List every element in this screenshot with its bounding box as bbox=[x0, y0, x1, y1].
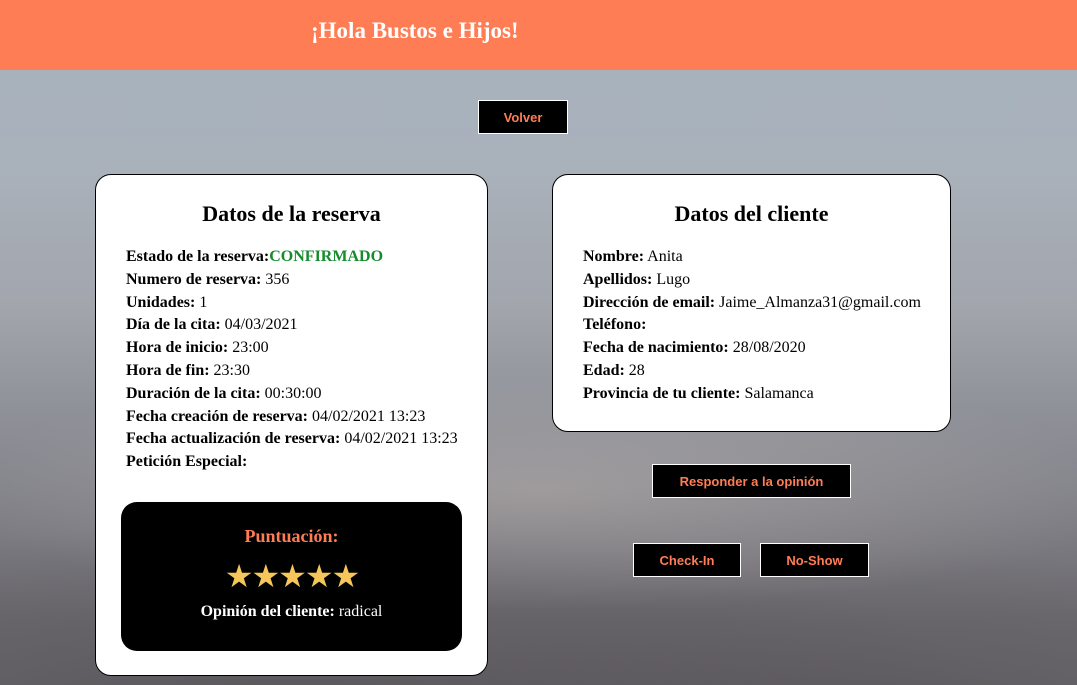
reservation-number-value: 356 bbox=[265, 270, 290, 288]
end-time-value: 23:30 bbox=[213, 361, 250, 379]
first-name-row: Nombre: Anita bbox=[583, 246, 921, 269]
province-row: Provincia de tu cliente: Salamanca bbox=[583, 383, 921, 406]
special-request-row: Petición Especial: bbox=[126, 451, 458, 474]
last-name-value: Lugo bbox=[656, 270, 691, 288]
duration-label: Duración de la cita: bbox=[126, 384, 261, 402]
reservation-card: Datos de la reserva Estado de la reserva… bbox=[95, 174, 488, 676]
birthdate-label: Fecha de nacimiento: bbox=[583, 339, 729, 357]
province-label: Provincia de tu cliente: bbox=[583, 384, 741, 402]
respond-opinion-button[interactable]: Responder a la opinión bbox=[652, 464, 851, 498]
phone-row: Teléfono: bbox=[583, 314, 921, 337]
updated-date-value: 04/02/2021 13:23 bbox=[344, 430, 458, 448]
units-label: Unidades: bbox=[126, 293, 196, 311]
opinion-value: radical bbox=[338, 603, 383, 620]
volver-button[interactable]: Volver bbox=[478, 100, 568, 134]
province-value: Salamanca bbox=[744, 384, 814, 402]
created-date-row: Fecha creación de reserva: 04/02/2021 13… bbox=[126, 406, 458, 429]
start-time-value: 23:00 bbox=[232, 339, 269, 357]
end-time-label: Hora de fin: bbox=[126, 361, 210, 379]
reservation-details: Estado de la reserva:CONFIRMADO Numero d… bbox=[126, 246, 458, 474]
duration-value: 00:30:00 bbox=[264, 384, 322, 402]
start-time-row: Hora de inicio: 23:00 bbox=[126, 337, 458, 360]
header-bar: ¡Hola Bustos e Hijos! bbox=[0, 0, 1077, 70]
opinion-label: Opinión del cliente: bbox=[200, 603, 335, 620]
age-label: Edad: bbox=[583, 361, 625, 379]
units-value: 1 bbox=[199, 293, 208, 311]
duration-row: Duración de la cita: 00:30:00 bbox=[126, 383, 458, 406]
email-label: Dirección de email: bbox=[583, 293, 716, 311]
email-value: Jaime_Almanza31@gmail.com bbox=[719, 293, 921, 311]
updated-date-label: Fecha actualización de reserva: bbox=[126, 430, 341, 448]
greeting-title: ¡Hola Bustos e Hijos! bbox=[311, 18, 519, 43]
status-badge: CONFIRMADO bbox=[269, 248, 384, 265]
first-name-value: Anita bbox=[647, 248, 683, 265]
first-name-label: Nombre: bbox=[583, 248, 645, 265]
created-date-value: 04/02/2021 13:23 bbox=[312, 407, 426, 425]
start-time-label: Hora de inicio: bbox=[126, 339, 229, 357]
client-card-title: Datos del cliente bbox=[674, 201, 829, 226]
reservation-number-label: Numero de reserva: bbox=[126, 270, 262, 288]
birthdate-value: 28/08/2020 bbox=[732, 339, 806, 357]
units-row: Unidades: 1 bbox=[126, 292, 458, 315]
client-card: Datos del cliente Nombre: Anita Apellido… bbox=[552, 174, 951, 432]
age-value: 28 bbox=[628, 361, 645, 379]
created-date-label: Fecha creación de reserva: bbox=[126, 407, 309, 425]
appointment-date-value: 04/03/2021 bbox=[224, 316, 298, 334]
client-details: Nombre: Anita Apellidos: Lugo Dirección … bbox=[583, 246, 921, 406]
end-time-row: Hora de fin: 23:30 bbox=[126, 360, 458, 383]
special-request-label: Petición Especial: bbox=[126, 453, 248, 471]
no-show-button[interactable]: No-Show bbox=[760, 543, 869, 577]
last-name-label: Apellidos: bbox=[583, 270, 653, 288]
rating-panel: Puntuación: ★★★★★ Opinión del cliente: r… bbox=[121, 502, 462, 651]
last-name-row: Apellidos: Lugo bbox=[583, 269, 921, 292]
rating-title: Puntuación: bbox=[244, 526, 339, 546]
email-row: Dirección de email: Jaime_Almanza31@gmai… bbox=[583, 292, 921, 315]
updated-date-row: Fecha actualización de reserva: 04/02/20… bbox=[126, 428, 458, 451]
reservation-card-title: Datos de la reserva bbox=[202, 201, 381, 226]
check-in-button[interactable]: Check-In bbox=[633, 543, 741, 577]
customer-opinion: Opinión del cliente: radical bbox=[121, 603, 462, 621]
appointment-date-label: Día de la cita: bbox=[126, 316, 221, 334]
star-rating-icon: ★★★★★ bbox=[224, 557, 360, 595]
age-row: Edad: 28 bbox=[583, 360, 921, 383]
status-label: Estado de la reserva: bbox=[126, 248, 270, 265]
phone-label: Teléfono: bbox=[583, 316, 647, 334]
appointment-date-row: Día de la cita: 04/03/2021 bbox=[126, 314, 458, 337]
reservation-number-row: Numero de reserva: 356 bbox=[126, 269, 458, 292]
reservation-status-row: Estado de la reserva:CONFIRMADO bbox=[126, 246, 458, 269]
birthdate-row: Fecha de nacimiento: 28/08/2020 bbox=[583, 337, 921, 360]
